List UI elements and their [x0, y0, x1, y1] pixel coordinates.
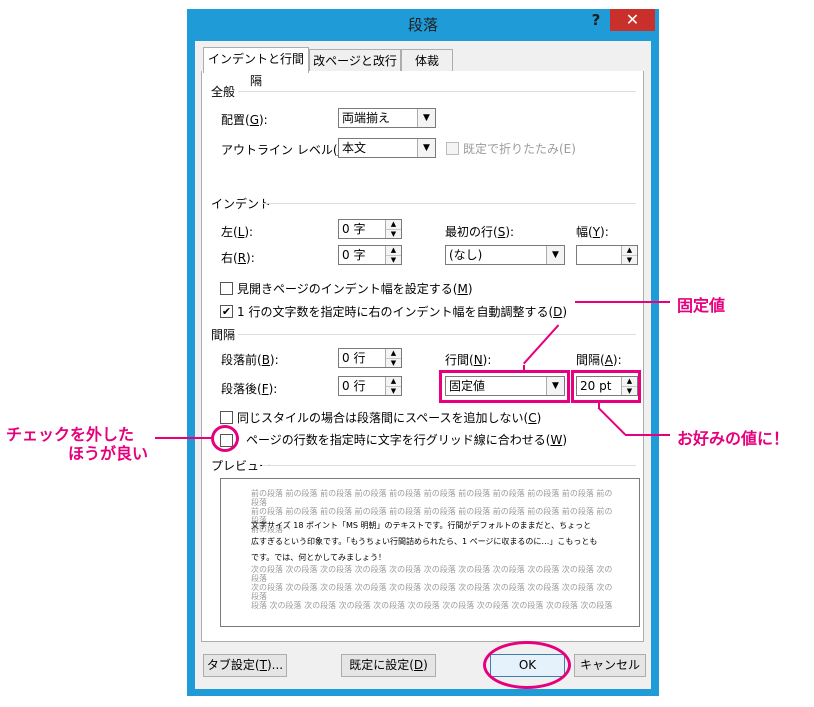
space-after-label: 段落後(F):	[221, 382, 278, 396]
indent-divider	[262, 203, 636, 204]
outline-level-label: アウトライン レベル(O):	[221, 143, 356, 157]
space-after-spinner[interactable]: 0 行 ▲ ▼	[338, 376, 402, 396]
callout-line	[575, 301, 670, 303]
spinner-buttons[interactable]: ▲ ▼	[385, 349, 401, 367]
chevron-down-icon[interactable]: ▼	[546, 246, 564, 264]
spacing-heading: 間隔	[211, 328, 236, 342]
help-button[interactable]: ?	[586, 11, 606, 31]
preview-current-paragraph: 文字サイズ 18 ポイント「MS 明朝」のテキストです。行間がデフォルトのままだ…	[251, 518, 631, 566]
preview-line: 次の段落 次の段落 次の段落 次の段落 次の段落 次の段落 次の段落 次の段落 …	[251, 565, 613, 583]
general-divider	[238, 91, 636, 92]
auto-adjust-indent-label: 1 行の文字数を指定時に右のインデント幅を自動調整する(D)	[237, 305, 568, 319]
indent-by-label: 幅(Y):	[576, 225, 609, 239]
space-before-value: 0 行	[342, 351, 366, 365]
spacing-at-label: 間隔(A):	[576, 353, 622, 367]
auto-adjust-indent-checkbox[interactable]: ✔	[220, 305, 233, 318]
collapsed-by-default-label: 既定で折りたたみ(E)	[463, 142, 576, 156]
spin-up-icon[interactable]: ▲	[386, 349, 401, 358]
callout-line	[625, 434, 670, 436]
alignment-value: 両端揃え	[342, 111, 391, 125]
annotation-preferred-value: お好みの値に！	[677, 429, 790, 448]
chevron-down-icon[interactable]: ▼	[417, 109, 435, 127]
indent-left-value: 0 字	[342, 222, 366, 236]
mirror-indents-checkbox[interactable]	[220, 282, 233, 295]
tab-line-and-page-breaks[interactable]: 改ページと改行	[309, 49, 401, 72]
preview-line: 前の段落 前の段落 前の段落 前の段落 前の段落 前の段落 前の段落 前の段落 …	[251, 489, 613, 507]
preview-line: 段落 次の段落 次の段落 次の段落 次の段落 次の段落 次の段落 次の段落 次の…	[251, 601, 613, 610]
spin-down-icon[interactable]: ▼	[386, 386, 401, 396]
set-as-default-button[interactable]: 既定に設定(D)	[341, 654, 436, 677]
ok-button-highlight-circle	[483, 641, 571, 689]
spinner-buttons[interactable]: ▲ ▼	[385, 377, 401, 395]
snap-to-grid-label: ページの行数を指定時に文字を行グリッド線に合わせる(W)	[246, 433, 568, 447]
spin-down-icon[interactable]: ▼	[386, 255, 401, 265]
preview-divider	[262, 465, 636, 466]
annotation-uncheck-line2: ほうが良い	[68, 444, 149, 463]
space-after-value: 0 行	[342, 379, 366, 393]
line-spacing-label: 行間(N):	[445, 353, 492, 367]
preview-line: 広すぎるという印象です。「もうちょい行間詰められたら、1 ページに収まるのに…」…	[251, 537, 598, 546]
outline-level-value: 本文	[342, 141, 367, 155]
space-before-label: 段落前(B):	[221, 353, 279, 367]
preview-line: です。では、何とかしてみましょう！	[251, 553, 386, 562]
line-spacing-highlight-box	[439, 370, 570, 403]
first-line-dropdown[interactable]: (なし) ▼	[445, 245, 565, 265]
indent-right-value: 0 字	[342, 248, 366, 262]
indent-by-spinner[interactable]: ▲ ▼	[576, 245, 638, 265]
preview-next-paragraph: 次の段落 次の段落 次の段落 次の段落 次の段落 次の段落 次の段落 次の段落 …	[251, 565, 617, 610]
chevron-down-icon[interactable]: ▼	[417, 139, 435, 157]
indent-right-label: 右(R):	[221, 251, 255, 265]
spin-up-icon[interactable]: ▲	[386, 220, 401, 229]
spin-up-icon[interactable]: ▲	[386, 377, 401, 386]
indent-left-spinner[interactable]: 0 字 ▲ ▼	[338, 219, 402, 239]
cancel-button[interactable]: キャンセル	[574, 654, 646, 677]
spin-down-icon[interactable]: ▼	[386, 358, 401, 368]
spin-down-icon[interactable]: ▼	[622, 255, 637, 265]
preview-box: 前の段落 前の段落 前の段落 前の段落 前の段落 前の段落 前の段落 前の段落 …	[220, 478, 640, 627]
first-line-value: (なし)	[449, 248, 483, 262]
space-before-spinner[interactable]: 0 行 ▲ ▼	[338, 348, 402, 368]
spinner-buttons[interactable]: ▲ ▼	[385, 246, 401, 264]
tab-indents-and-spacing[interactable]: インデントと行間隔	[203, 47, 309, 88]
callout-line	[523, 365, 525, 371]
no-space-same-style-checkbox[interactable]	[220, 411, 233, 424]
spinner-buttons[interactable]: ▲ ▼	[385, 220, 401, 238]
close-button[interactable]: ✕	[610, 9, 655, 31]
collapsed-by-default-checkbox[interactable]	[446, 142, 459, 155]
spacing-divider	[238, 334, 636, 335]
spin-up-icon[interactable]: ▲	[386, 246, 401, 255]
tab-asian-typography[interactable]: 体裁	[401, 49, 453, 72]
first-line-label: 最初の行(S):	[445, 225, 515, 239]
general-heading: 全般	[211, 85, 236, 99]
preview-line: 次の段落 次の段落 次の段落 次の段落 次の段落 次の段落 次の段落 次の段落 …	[251, 583, 613, 601]
spinner-buttons[interactable]: ▲ ▼	[621, 246, 637, 264]
indent-left-label: 左(L):	[221, 225, 254, 239]
tabs-button[interactable]: タブ設定(T)...	[203, 654, 287, 677]
spin-down-icon[interactable]: ▼	[386, 229, 401, 239]
callout-line	[155, 437, 212, 439]
no-space-same-style-label: 同じスタイルの場合は段落間にスペースを追加しない(C)	[237, 411, 542, 425]
alignment-dropdown[interactable]: 両端揃え ▼	[338, 108, 436, 128]
indent-right-spinner[interactable]: 0 字 ▲ ▼	[338, 245, 402, 265]
outline-level-dropdown[interactable]: 本文 ▼	[338, 138, 436, 158]
snap-to-grid-highlight-circle	[211, 425, 239, 452]
mirror-indents-label: 見開きページのインデント幅を設定する(M)	[237, 282, 473, 296]
preview-line: 文字サイズ 18 ポイント「MS 明朝」のテキストです。行間がデフォルトのままだ…	[251, 521, 592, 530]
alignment-label: 配置(G):	[221, 113, 268, 127]
spacing-at-highlight-box	[571, 370, 641, 403]
spin-up-icon[interactable]: ▲	[622, 246, 637, 255]
annotation-fixed: 固定値	[677, 296, 726, 315]
